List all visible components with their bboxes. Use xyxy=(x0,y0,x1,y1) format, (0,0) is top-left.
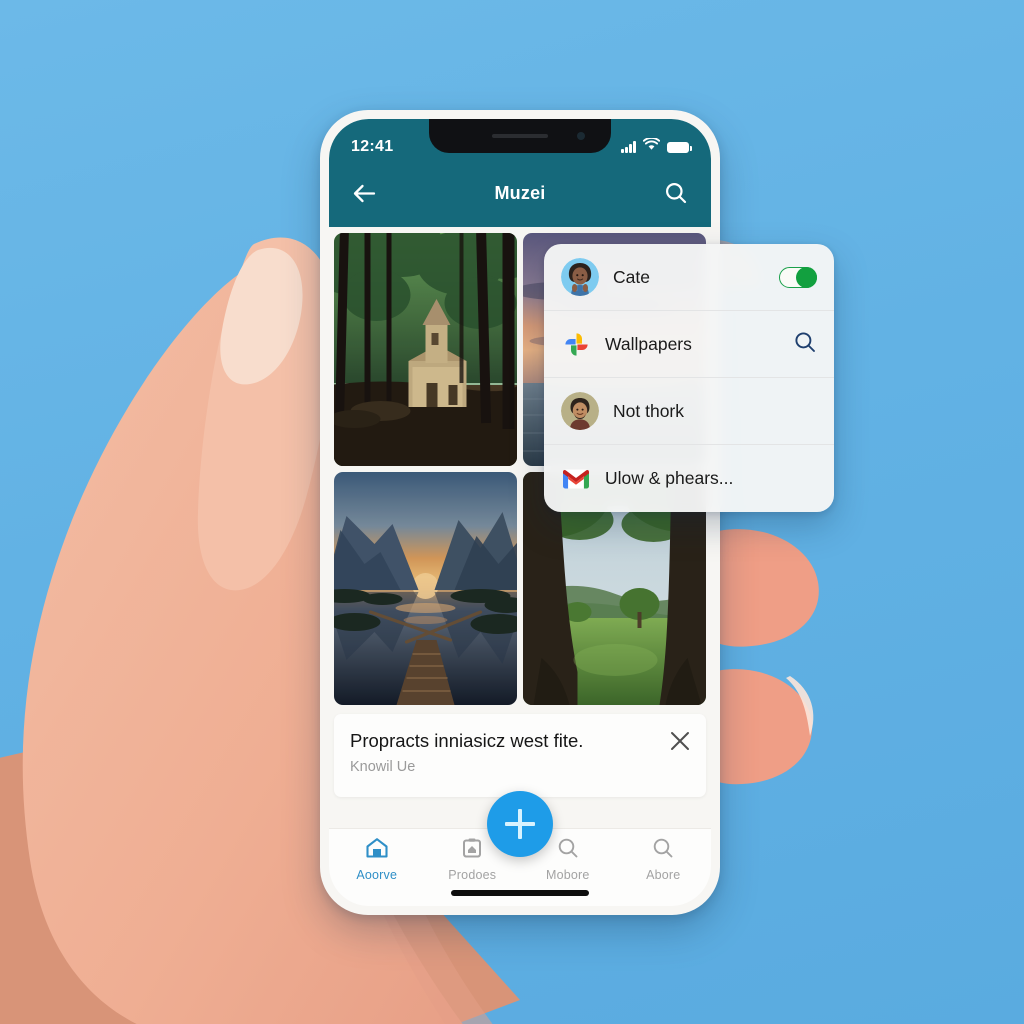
signal-bars-icon xyxy=(621,141,636,153)
plus-icon xyxy=(505,809,535,839)
nav-label: Mobore xyxy=(545,868,590,882)
popup-row-label: Not thork xyxy=(613,400,684,421)
nav-label: Abore xyxy=(646,868,681,882)
search-icon xyxy=(652,837,674,864)
popup-row-label: Ulow & phears... xyxy=(605,468,734,488)
avatar-cate xyxy=(561,258,599,296)
phone-screen: 12:41 Muzei Propracts inniasicz west fit… xyxy=(329,119,711,906)
close-icon[interactable] xyxy=(666,727,694,755)
title-bar: Muzei xyxy=(329,165,711,221)
nav-item-aoorve[interactable]: Aoorve xyxy=(329,837,425,882)
info-card-title: Propracts inniasicz west fite. xyxy=(350,730,584,751)
back-arrow-icon[interactable] xyxy=(347,176,381,210)
toggle-knob xyxy=(796,266,817,288)
mountain-lake-photo[interactable] xyxy=(334,472,517,705)
app-bar: 12:41 Muzei xyxy=(329,119,711,227)
phone-device-frame: 12:41 Muzei Propracts inniasicz west fit… xyxy=(320,110,720,915)
clipboard-icon xyxy=(461,837,483,864)
google-photos-icon xyxy=(561,329,591,359)
gmail-icon xyxy=(561,464,591,494)
popup-row-ulow-phears[interactable]: Ulow & phears... xyxy=(544,445,834,512)
account-popup-menu: Cate Wallpapers Not thork Ulow & phears.… xyxy=(544,244,834,512)
home-icon xyxy=(365,837,389,864)
popup-row-wallpapers[interactable]: Wallpapers xyxy=(544,311,834,378)
search-icon xyxy=(557,837,579,864)
status-bar: 12:41 xyxy=(329,119,711,165)
nav-label: Prodoes xyxy=(448,868,497,882)
status-clock: 12:41 xyxy=(351,138,394,155)
wifi-icon xyxy=(642,136,661,156)
nav-item-abore[interactable]: Abore xyxy=(616,837,712,882)
battery-full-icon xyxy=(667,141,692,153)
page-title: Muzei xyxy=(494,182,546,203)
status-icons xyxy=(621,136,692,156)
popup-row-not-thork[interactable]: Not thork xyxy=(544,378,834,445)
popup-row-label: Cate xyxy=(613,266,650,287)
popup-row-label: Wallpapers xyxy=(605,333,692,354)
toggle-switch-on[interactable] xyxy=(779,266,817,288)
search-icon[interactable] xyxy=(659,176,693,210)
forest-chapel-photo[interactable] xyxy=(334,233,517,466)
home-indicator-bar[interactable] xyxy=(451,890,589,896)
add-fab-button[interactable] xyxy=(487,791,553,857)
nav-label: Aoorve xyxy=(356,868,398,882)
info-card-subtitle: Knowil Ue xyxy=(350,759,416,776)
info-card: Propracts inniasicz west fite. Knowil Ue xyxy=(334,714,706,798)
search-icon[interactable] xyxy=(793,330,817,359)
avatar-not-thork xyxy=(561,392,599,430)
popup-row-cate[interactable]: Cate xyxy=(544,244,834,311)
